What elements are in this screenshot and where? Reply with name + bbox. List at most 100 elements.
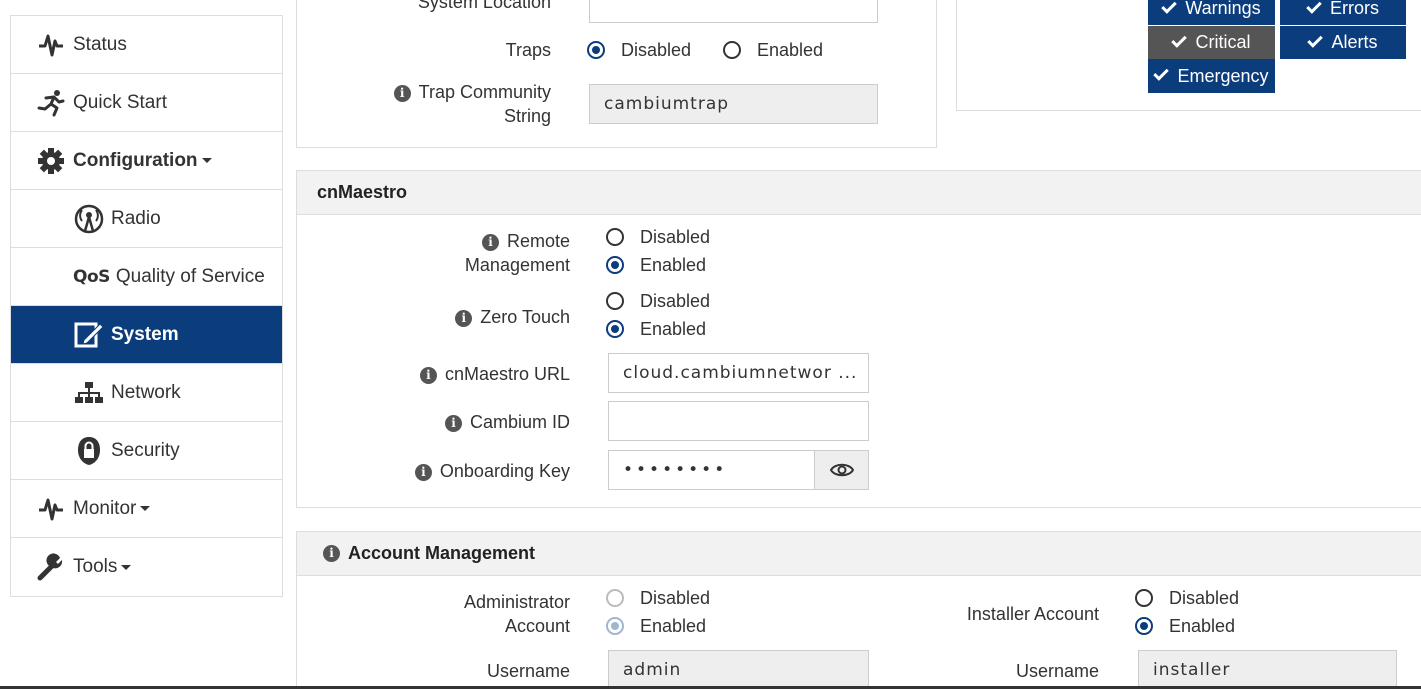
cambium-id-input[interactable]: [608, 401, 869, 441]
trap-community-input[interactable]: cambiumtrap: [589, 84, 878, 124]
sidebar-item-network[interactable]: Network: [11, 364, 282, 422]
radio-button[interactable]: [606, 228, 624, 246]
level-errors-chip[interactable]: Errors: [1280, 0, 1406, 25]
chevron-down-icon: [140, 506, 151, 511]
chevron-down-icon: [121, 564, 132, 570]
sidebar-item-label: Quality of Service: [115, 265, 265, 287]
check-icon: [1306, 0, 1322, 14]
admin-username-input[interactable]: admin: [608, 650, 869, 689]
chevron-down-icon: [201, 158, 212, 163]
admin-disabled-radio[interactable]: Disabled: [606, 585, 710, 611]
sidebar-item-label: Tools: [73, 556, 118, 577]
level-emergency-chip[interactable]: Emergency: [1148, 59, 1275, 93]
info-icon[interactable]: i: [444, 415, 462, 432]
check-icon: [1153, 65, 1170, 81]
sidebar-item-security[interactable]: Security: [11, 422, 282, 480]
onboarding-key-input[interactable]: ••••••••: [608, 450, 815, 490]
zero-touch-enabled-radio[interactable]: Enabled: [606, 316, 706, 342]
sidebar-item-label: System: [111, 323, 179, 345]
radio-button[interactable]: [606, 320, 624, 338]
radio-label: Enabled: [757, 39, 824, 60]
remote-enabled-radio[interactable]: Enabled: [606, 252, 706, 278]
sidebar-item-label: Status: [73, 33, 127, 55]
sidebar-item-qos[interactable]: QoS Quality of Service: [11, 248, 282, 306]
sidebar-item-system[interactable]: System: [11, 306, 282, 364]
radio-label: Enabled: [640, 254, 707, 275]
radio-button[interactable]: [1135, 589, 1153, 607]
system-location-label: System Location: [417, 0, 551, 12]
remote-disabled-radio[interactable]: Disabled: [606, 224, 710, 250]
zero-touch-disabled-radio[interactable]: Disabled: [606, 288, 710, 314]
sidebar-item-radio[interactable]: Radio: [11, 190, 282, 248]
radio-button[interactable]: [606, 589, 624, 607]
info-icon[interactable]: i: [455, 310, 473, 327]
check-icon: [1307, 31, 1324, 48]
cnmaestro-header: cnMaestro: [297, 171, 1421, 215]
sidebar-item-label: Configuration: [73, 149, 198, 171]
eye-icon: [829, 462, 854, 478]
radio-button[interactable]: [587, 41, 605, 59]
level-warnings-chip[interactable]: Warnings: [1148, 0, 1275, 25]
administrator-account-label: Administrator Account: [463, 592, 570, 636]
cnmaestro-url-input[interactable]: cloud.cambiumnetwor ...: [608, 353, 869, 393]
sidebar-item-label: Security: [111, 439, 180, 461]
remote-management-label: i Remote Management: [464, 231, 570, 275]
trap-community-label: i Trap Community String: [393, 80, 551, 128]
account-management-header: i Account Management: [297, 532, 1421, 576]
radio-button[interactable]: [606, 617, 624, 635]
sidebar-nav: Status Quick Start Configuration Radio Q…: [10, 15, 283, 597]
running-icon: [35, 89, 67, 117]
lock-icon: [73, 436, 105, 465]
level-alerts-chip[interactable]: Alerts: [1280, 26, 1406, 59]
sidebar-item-configuration[interactable]: Configuration: [11, 132, 282, 190]
sidebar-item-tools[interactable]: Tools: [11, 538, 282, 596]
radio-button[interactable]: [723, 41, 741, 59]
snmp-panel: System Location Traps Disabled Enabled i…: [296, 0, 937, 148]
info-icon[interactable]: i: [419, 367, 437, 384]
radio-label: Enabled: [640, 615, 707, 636]
account-management-panel: i Account Management Administrator Accoun…: [296, 531, 1421, 689]
sidebar-item-status[interactable]: Status: [11, 16, 282, 74]
info-icon[interactable]: i: [414, 464, 432, 481]
qos-icon: QoS: [73, 266, 110, 287]
sidebar-item-label: Quick Start: [73, 91, 167, 113]
radio-button[interactable]: [606, 292, 624, 310]
sidebar-item-label: Monitor: [73, 497, 137, 519]
radio-button[interactable]: [1135, 617, 1153, 635]
installer-account-label: Installer Account: [966, 604, 1099, 624]
traps-enabled-radio[interactable]: Enabled: [723, 37, 823, 63]
radio-label: Disabled: [640, 290, 711, 311]
info-icon[interactable]: i: [323, 545, 340, 562]
radio-button[interactable]: [606, 256, 624, 274]
traps-disabled-radio[interactable]: Disabled: [587, 37, 691, 63]
radio-tower-icon: [73, 204, 105, 233]
zero-touch-label: i Zero Touch: [455, 305, 570, 329]
sidebar-item-monitor[interactable]: Monitor: [11, 480, 282, 538]
installer-enabled-radio[interactable]: Enabled: [1135, 613, 1235, 639]
check-icon: [1161, 0, 1178, 14]
pulse-icon: [35, 495, 67, 523]
show-password-button[interactable]: [814, 450, 869, 490]
sidebar-item-label: Network: [111, 381, 181, 403]
cnmaestro-url-label: i cnMaestro URL: [419, 362, 570, 386]
radio-label: Disabled: [640, 226, 711, 247]
info-icon[interactable]: i: [481, 234, 499, 251]
radio-label: Disabled: [1169, 587, 1240, 608]
level-critical-chip[interactable]: Critical: [1148, 26, 1275, 59]
radio-label: Enabled: [640, 318, 707, 339]
admin-username-label: Username: [486, 661, 570, 681]
cambium-id-label: i Cambium ID: [444, 410, 570, 434]
radio-label: Disabled: [640, 587, 711, 608]
installer-disabled-radio[interactable]: Disabled: [1135, 585, 1239, 611]
radio-label: Enabled: [1169, 615, 1236, 636]
admin-enabled-radio[interactable]: Enabled: [606, 613, 706, 639]
sidebar-item-quick-start[interactable]: Quick Start: [11, 74, 282, 132]
system-location-input[interactable]: [589, 0, 878, 23]
pulse-icon: [35, 31, 67, 59]
syslog-panel: Warnings Errors Critical Alerts Emergenc…: [956, 0, 1421, 111]
gear-icon: [35, 147, 67, 175]
installer-username-input[interactable]: installer: [1138, 650, 1397, 689]
wrench-icon: [35, 553, 67, 581]
info-icon[interactable]: i: [393, 85, 411, 102]
check-icon: [1171, 31, 1188, 48]
